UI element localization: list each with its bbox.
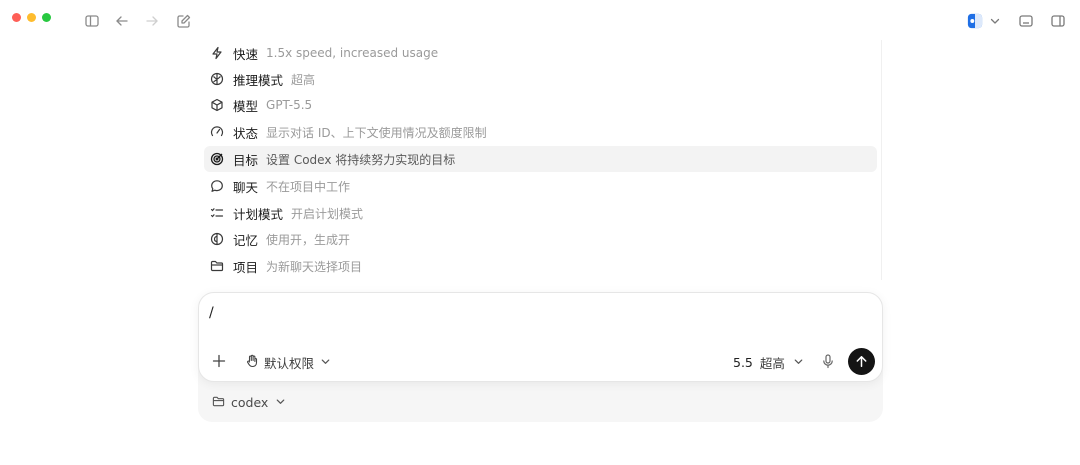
menu-item-label: 聊天	[233, 179, 259, 195]
compose-icon[interactable]	[176, 13, 192, 29]
add-attachment-icon[interactable]	[211, 353, 227, 369]
menu-item-label: 模型	[233, 98, 259, 114]
menu-item-description: 1.5x speed, increased usage	[266, 46, 439, 60]
arrow-up-icon	[856, 356, 867, 367]
menu-item-label: 目标	[233, 152, 259, 168]
window-maximize-button[interactable]	[42, 13, 51, 22]
menu-item-project[interactable]: 项目 为新聊天选择项目	[204, 253, 877, 279]
menu-item-label: 计划模式	[233, 206, 284, 222]
menu-item-plan-mode[interactable]: 计划模式 开启计划模式	[204, 200, 877, 226]
menu-item-description: GPT-5.5	[266, 98, 313, 112]
menu-item-description: 为新聊天选择项目	[266, 259, 363, 274]
menu-item-label: 快速	[233, 46, 259, 62]
chat-bubble-icon	[210, 179, 224, 193]
menu-item-label: 记忆	[233, 232, 259, 248]
menu-item-chat[interactable]: 聊天 不在项目中工作	[204, 173, 877, 199]
lightning-icon	[210, 46, 224, 60]
menu-item-memory[interactable]: 记忆 使用开，生成开	[204, 226, 877, 252]
composer: / 默认权限 5.5 超高	[198, 292, 883, 382]
memory-icon	[210, 232, 224, 246]
send-button[interactable]	[848, 348, 875, 375]
chevron-down-icon	[792, 353, 805, 372]
forward-arrow-icon[interactable]	[144, 13, 160, 29]
menu-item-description: 超高	[291, 72, 316, 87]
menu-item-goal[interactable]: 目标 设置 Codex 将持续努力实现的目标	[204, 146, 877, 172]
project-selector[interactable]: codex	[212, 393, 287, 411]
menu-item-description: 不在项目中工作	[266, 179, 351, 194]
menu-item-label: 项目	[233, 259, 259, 275]
microphone-icon[interactable]	[820, 353, 836, 369]
window-minimize-button[interactable]	[27, 13, 36, 22]
menu-item-description: 显示对话 ID、上下文使用情况及额度限制	[266, 125, 487, 140]
model-version: 5.5	[733, 354, 753, 370]
composer-input[interactable]: /	[209, 305, 214, 321]
menu-item-description: 开启计划模式	[291, 206, 364, 221]
brain-icon	[210, 72, 224, 86]
window-close-button[interactable]	[12, 13, 21, 22]
back-arrow-icon[interactable]	[114, 13, 130, 29]
project-name: codex	[231, 394, 269, 410]
panel-toggle-icon[interactable]	[1050, 13, 1066, 29]
menu-item-description: 使用开，生成开	[266, 232, 351, 247]
menu-item-label: 状态	[233, 125, 259, 141]
permission-selector[interactable]: 默认权限	[245, 353, 332, 371]
permission-label: 默认权限	[264, 355, 315, 371]
sidebar-toggle-icon[interactable]	[84, 13, 100, 29]
app-icon[interactable]	[966, 12, 984, 30]
terminal-icon[interactable]	[1018, 13, 1034, 29]
model-selector[interactable]: 5.5 超高	[733, 353, 805, 371]
menu-item-label: 推理模式	[233, 72, 284, 88]
checklist-icon	[210, 206, 224, 220]
folder-icon	[212, 393, 225, 412]
menu-item-reasoning[interactable]: 推理模式 超高	[204, 66, 877, 92]
chevron-down-icon[interactable]	[988, 14, 1002, 28]
menu-item-description: 设置 Codex 将持续努力实现的目标	[266, 152, 456, 167]
title-bar	[0, 0, 1080, 42]
cube-icon	[210, 98, 224, 112]
gauge-icon	[210, 125, 224, 139]
reasoning-effort: 超高	[759, 355, 785, 371]
menu-item-model[interactable]: 模型 GPT-5.5	[204, 92, 877, 118]
target-icon	[210, 152, 224, 166]
hand-icon	[245, 353, 259, 372]
menu-item-status[interactable]: 状态 显示对话 ID、上下文使用情况及额度限制	[204, 119, 877, 145]
menu-item-fast[interactable]: 快速 1.5x speed, increased usage	[204, 40, 877, 66]
slash-command-menu: 快速 1.5x speed, increased usage 推理模式 超高 模…	[200, 40, 882, 280]
chevron-down-icon	[274, 393, 287, 412]
chevron-down-icon	[319, 353, 332, 372]
folder-icon	[210, 259, 224, 273]
